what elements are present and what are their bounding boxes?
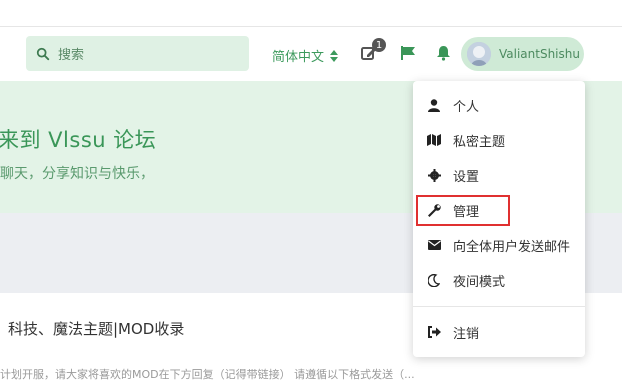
search-placeholder: 搜索 [58, 48, 85, 63]
menu-item-profile[interactable]: 个人 [413, 88, 585, 122]
menu-item-label: 向全体用户发送邮件 [453, 239, 571, 255]
bell-icon [436, 46, 450, 61]
user-icon [427, 98, 441, 112]
hero-title: 来到 Vlssu 论坛 [0, 128, 157, 152]
hero-subtitle: 聊天，分享知识与快乐， [0, 166, 154, 182]
moon-icon [427, 273, 441, 287]
menu-divider [413, 306, 585, 307]
menu-item-email-all-users[interactable]: 向全体用户发送邮件 [413, 228, 585, 262]
flag-button[interactable] [399, 44, 417, 62]
gear-icon [427, 168, 441, 182]
sign-out-icon [427, 325, 441, 339]
menu-item-night-mode[interactable]: 夜间模式 [413, 263, 585, 297]
discussion-title[interactable]: 科技、魔法主题|MOD收录 [8, 318, 184, 339]
language-label: 简体中文 [272, 50, 325, 65]
sort-icon [330, 49, 339, 62]
menu-item-settings[interactable]: 设置 [413, 158, 585, 192]
search-input[interactable]: 搜索 [26, 36, 249, 71]
notifications-button[interactable] [434, 44, 452, 62]
menu-item-label: 私密主题 [453, 134, 506, 150]
envelope-icon [427, 238, 441, 252]
user-menu-button[interactable]: ValiantShishu [461, 37, 584, 71]
top-strip [0, 0, 622, 27]
menu-item-label: 夜间模式 [453, 274, 506, 290]
search-icon [36, 47, 50, 60]
avatar [467, 42, 491, 66]
map-icon [427, 133, 441, 147]
menu-item-logout[interactable]: 注销 [413, 315, 585, 349]
flag-icon [401, 46, 415, 60]
highlight-box [416, 195, 510, 226]
menu-item-label: 注销 [453, 326, 480, 342]
notification-badge: 1 [372, 38, 386, 52]
menu-item-label: 个人 [453, 99, 480, 115]
menu-item-label: 设置 [453, 169, 480, 185]
language-selector[interactable]: 简体中文 [272, 46, 339, 65]
username: ValiantShishu [499, 47, 580, 61]
menu-item-private-discussions[interactable]: 私密主题 [413, 123, 585, 157]
discussion-excerpt: 计划开服，请大家将喜欢的MOD在下方回复（记得带链接） 请遵循以下格式发送（..… [0, 368, 415, 381]
